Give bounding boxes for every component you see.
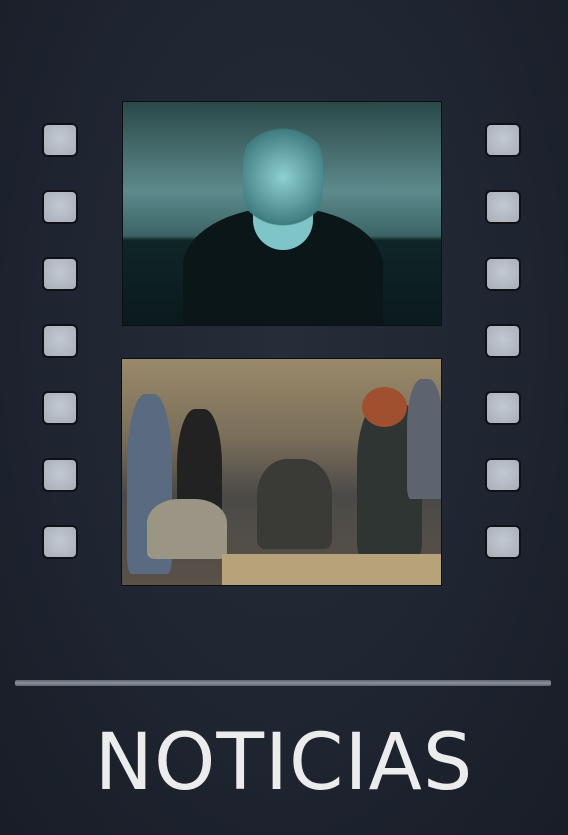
newsroom-office-photo: [121, 358, 442, 586]
sprocket-hole: [485, 458, 521, 492]
sprocket-hole: [485, 525, 521, 559]
surveillance-face-photo: [122, 101, 442, 326]
sprocket-hole: [42, 391, 78, 425]
film-strip-frame: NOTICIAS: [0, 0, 568, 835]
sprocket-hole: [485, 123, 521, 157]
sprocket-hole: [42, 525, 78, 559]
sprocket-hole: [485, 324, 521, 358]
sprocket-hole: [485, 391, 521, 425]
sprocket-hole: [42, 458, 78, 492]
sprocket-hole: [485, 257, 521, 291]
sprocket-hole: [42, 190, 78, 224]
sprocket-hole: [42, 257, 78, 291]
sprocket-hole: [42, 324, 78, 358]
page-title: NOTICIAS: [94, 718, 474, 808]
sprocket-hole: [42, 123, 78, 157]
sprocket-hole: [485, 190, 521, 224]
divider-line: [15, 680, 551, 686]
